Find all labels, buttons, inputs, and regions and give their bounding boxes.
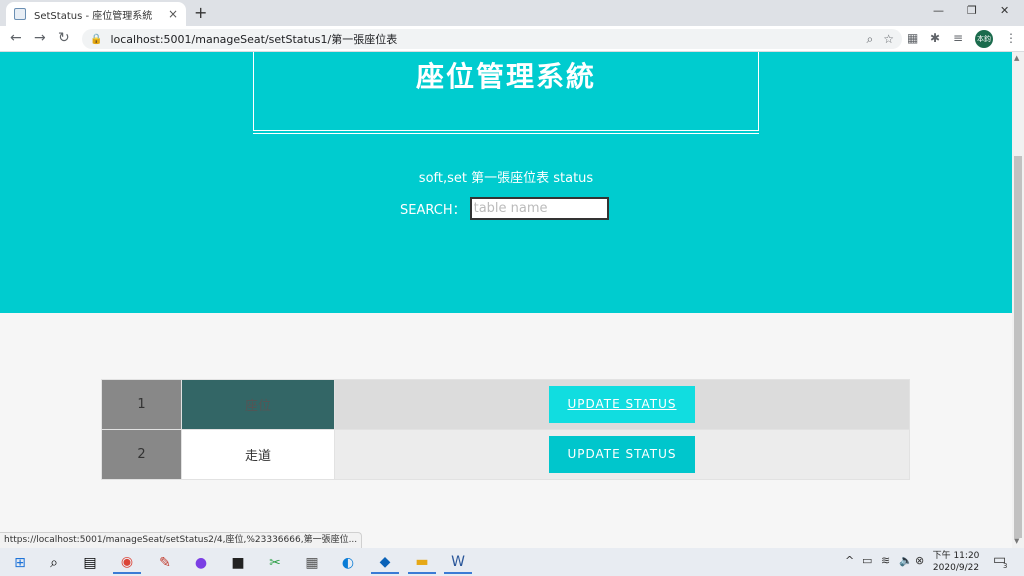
taskbar-clock[interactable]: 下午 11:20 2020/9/22 <box>928 548 984 576</box>
window-close-button[interactable]: ✕ <box>1000 4 1009 17</box>
windows-taskbar: ⊞ ⌕ ▤ ◉ ✎ ● ■ ✂ ▦ ◐ ◆ ▬ W ^ ▭ ≋ 🔈 ⊗ ▭ 3 <box>0 548 1024 576</box>
menu-icon[interactable]: ⋮ <box>1005 31 1017 45</box>
scroll-down-icon[interactable]: ▼ <box>1014 537 1019 545</box>
seat-number-cell: 2 <box>101 429 182 480</box>
back-icon[interactable]: ← <box>10 30 22 46</box>
file-explorer-icon[interactable]: ▬ <box>408 552 436 574</box>
reload-icon[interactable]: ↻ <box>58 30 70 46</box>
browser-tab[interactable]: SetStatus - 座位管理系統 × <box>6 2 186 26</box>
page-scrollbar[interactable]: ▲ ▼ <box>1012 52 1024 548</box>
notification-count: 3 <box>1003 562 1008 570</box>
word-icon[interactable]: W <box>444 552 472 574</box>
wifi-icon[interactable]: ≋ <box>881 554 890 567</box>
extension-icon[interactable]: ▦ <box>907 31 918 45</box>
bookmark-star-icon[interactable]: ☆ <box>883 32 894 46</box>
vscode-icon[interactable]: ◆ <box>371 552 399 574</box>
search-row: SEARCH： <box>400 197 609 220</box>
new-tab-button[interactable]: + <box>194 3 207 22</box>
clock-date: 2020/9/22 <box>932 563 980 573</box>
lock-icon: 🔒 <box>90 33 103 45</box>
edge-icon[interactable]: ◐ <box>334 552 362 574</box>
page-viewport: 座位管理系統 soft,set 第一張座位表 status SEARCH： 1 … <box>0 52 1012 548</box>
browser-toolbar: ← → ↻ 🔒 localhost:5001/manageSeat/setSta… <box>0 26 1024 52</box>
window-maximize-button[interactable]: ❐ <box>967 4 977 17</box>
seat-table: 1 座位 UPDATE STATUS 2 走道 UPDATE STATUS <box>101 379 910 480</box>
firefox-icon[interactable]: ● <box>187 552 215 574</box>
calculator-icon[interactable]: ▦ <box>298 552 326 574</box>
browser-tab-bar: SetStatus - 座位管理系統 × + — ❐ ✕ <box>0 0 1024 26</box>
seat-action-cell: UPDATE STATUS <box>334 379 910 430</box>
seat-type-cell: 走道 <box>181 429 335 480</box>
update-status-button[interactable]: UPDATE STATUS <box>549 436 695 473</box>
update-status-button[interactable]: UPDATE STATUS <box>549 386 695 423</box>
forward-icon[interactable]: → <box>34 30 46 46</box>
tray-chevron-icon[interactable]: ^ <box>845 554 854 567</box>
battery-icon[interactable]: ▭ <box>862 554 872 567</box>
link-status-tooltip: https://localhost:5001/manageSeat/setSta… <box>0 532 363 548</box>
scroll-up-icon[interactable]: ▲ <box>1014 54 1019 62</box>
zoom-icon[interactable]: ⌕ <box>867 32 874 47</box>
reading-list-icon[interactable]: ≡ <box>953 31 963 45</box>
windows-start-icon[interactable]: ⊞ <box>6 552 34 574</box>
search-label: SEARCH： <box>400 203 466 218</box>
hero-section: 座位管理系統 soft,set 第一張座位表 status SEARCH： <box>0 52 1012 313</box>
search-icon[interactable]: ⌕ <box>40 552 68 574</box>
snip-tool-icon[interactable]: ✂ <box>261 552 289 574</box>
site-title: 座位管理系統 <box>415 60 596 93</box>
task-view-icon[interactable]: ▤ <box>76 552 104 574</box>
seat-action-cell: UPDATE STATUS <box>334 429 910 480</box>
tab-close-icon[interactable]: × <box>168 7 178 21</box>
scrollbar-thumb[interactable] <box>1014 156 1022 538</box>
paint-icon[interactable]: ✎ <box>151 552 179 574</box>
volume-icon[interactable]: 🔈 <box>899 554 913 567</box>
chrome-icon[interactable]: ◉ <box>113 552 141 574</box>
address-bar[interactable]: 🔒 localhost:5001/manageSeat/setStatus1/第… <box>82 29 902 49</box>
clock-time: 下午 11:20 <box>932 551 980 561</box>
profile-avatar[interactable]: 本鈞 <box>975 30 993 48</box>
title-box: 座位管理系統 <box>253 52 759 131</box>
sticky-notes-icon[interactable]: ■ <box>224 552 252 574</box>
url-text[interactable]: localhost:5001/manageSeat/setStatus1/第一張… <box>110 31 856 47</box>
table-row: 2 走道 UPDATE STATUS <box>101 429 910 480</box>
table-row: 1 座位 UPDATE STATUS <box>101 379 910 430</box>
search-input[interactable] <box>469 197 609 220</box>
network-off-icon[interactable]: ⊗ <box>915 554 924 567</box>
tab-title: SetStatus - 座位管理系統 <box>34 10 153 22</box>
extensions-puzzle-icon[interactable]: ✱ <box>930 31 940 45</box>
page-favicon-icon <box>14 8 26 20</box>
seat-type-cell: 座位 <box>181 379 335 430</box>
page-subtitle: soft,set 第一張座位表 status <box>418 171 594 186</box>
window-minimize-button[interactable]: — <box>933 4 944 17</box>
seat-number-cell: 1 <box>101 379 182 430</box>
